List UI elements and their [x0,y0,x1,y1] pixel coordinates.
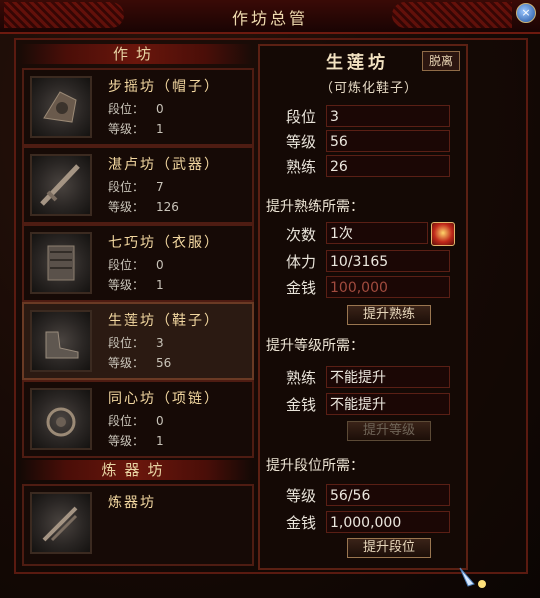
workshops-section-title: 作坊 [20,44,252,64]
level-label: 等级： [108,434,145,448]
level-value: 1 [156,434,164,448]
rank-label: 段位： [108,336,145,350]
skill-label: 熟练 [286,369,317,387]
raise-skill-button[interactable]: 提升熟练 [347,305,431,325]
rank-value: 0 [156,414,164,428]
workshop-name: 炼器坊 [108,495,156,511]
level-field: 56 [326,130,450,152]
cursor-icon [459,567,486,588]
level-value: 1 [156,122,164,136]
stamina-label: 体力 [286,253,317,271]
workshop-item-weapon[interactable]: 湛卢坊（武器） 段位： 7 等级： 126 [22,146,254,224]
raise-level-button[interactable]: 提升等级 [347,421,431,441]
workshop-item-refinery[interactable]: 炼器坊 [22,484,254,566]
hat-icon [30,76,92,138]
rank-money-field: 1,000,000 [326,511,450,533]
level-up-heading: 提升等级所需： [266,338,364,354]
detail-subtitle: （可炼化鞋子） [320,81,419,96]
money-field: 100,000 [326,276,450,298]
count-label: 次数 [286,226,317,244]
rank-up-heading: 提升段位所需： [266,458,364,474]
refinery-section-title: 炼器坊 [20,460,252,480]
shoe-icon [30,310,92,372]
rank-value: 7 [156,180,164,194]
level-money-field: 不能提升 [326,393,450,415]
armor-icon [30,232,92,294]
rank-label: 段位： [108,414,145,428]
skill-up-heading: 提升熟练所需： [266,199,364,215]
level-label: 等级： [108,200,145,214]
detach-button[interactable]: 脱离 [422,51,460,71]
workshop-item-necklace[interactable]: 同心坊（项链） 段位： 0 等级： 1 [22,380,254,458]
money-label: 金钱 [286,396,317,414]
blade-icon [30,492,92,554]
level-label: 等级： [108,122,145,136]
workshop-item-armor[interactable]: 七巧坊（衣服） 段位： 0 等级： 1 [22,224,254,302]
level-skill-field: 不能提升 [326,366,450,388]
title-bar[interactable]: 作坊总管 × [0,0,540,34]
rank-label: 段位： [108,180,145,194]
level-value: 56 [156,356,172,370]
detail-title: 生莲坊 [326,53,389,73]
workshop-name: 七巧坊（衣服） [108,235,220,251]
close-icon[interactable]: × [516,3,536,23]
workshop-name: 湛卢坊（武器） [108,157,220,173]
level-value: 126 [156,200,179,214]
workshop-item-shoes[interactable]: 生莲坊（鞋子） 段位： 3 等级： 56 [22,302,254,380]
stamina-field: 10/3165 [326,250,450,272]
level-label: 等级： [108,356,145,370]
workshop-name: 生莲坊（鞋子） [108,313,220,329]
level-label: 等级 [286,487,317,505]
workshop-item-hat[interactable]: 步摇坊（帽子） 段位： 0 等级： 1 [22,68,254,146]
rank-value: 3 [156,336,164,350]
skill-label: 熟练 [286,158,317,176]
rank-level-field: 56/56 [326,484,450,506]
workshop-name: 步摇坊（帽子） [108,79,220,95]
rank-label: 段位： [108,258,145,272]
count-select-icon[interactable] [431,222,455,246]
workshop-name: 同心坊（项链） [108,391,220,407]
money-label: 金钱 [286,514,317,532]
sword-icon [30,154,92,216]
rank-label: 段位： [108,102,145,116]
level-value: 1 [156,278,164,292]
level-label: 等级 [286,133,317,151]
level-label: 等级： [108,278,145,292]
window-title: 作坊总管 [231,9,308,28]
skill-field: 26 [326,155,450,177]
count-field[interactable]: 1次 [326,222,428,244]
necklace-icon [30,388,92,450]
rank-value: 0 [156,102,164,116]
workshop-manager-window: 作坊总管 × 作坊 步摇坊（帽子） 段位： 0 等级： 1 湛卢坊（武器） 段位： 7… [0,0,540,598]
rank-value: 0 [156,258,164,272]
raise-rank-button[interactable]: 提升段位 [347,538,431,558]
money-label: 金钱 [286,279,317,297]
rank-label: 段位 [286,108,317,126]
rank-field: 3 [326,105,450,127]
